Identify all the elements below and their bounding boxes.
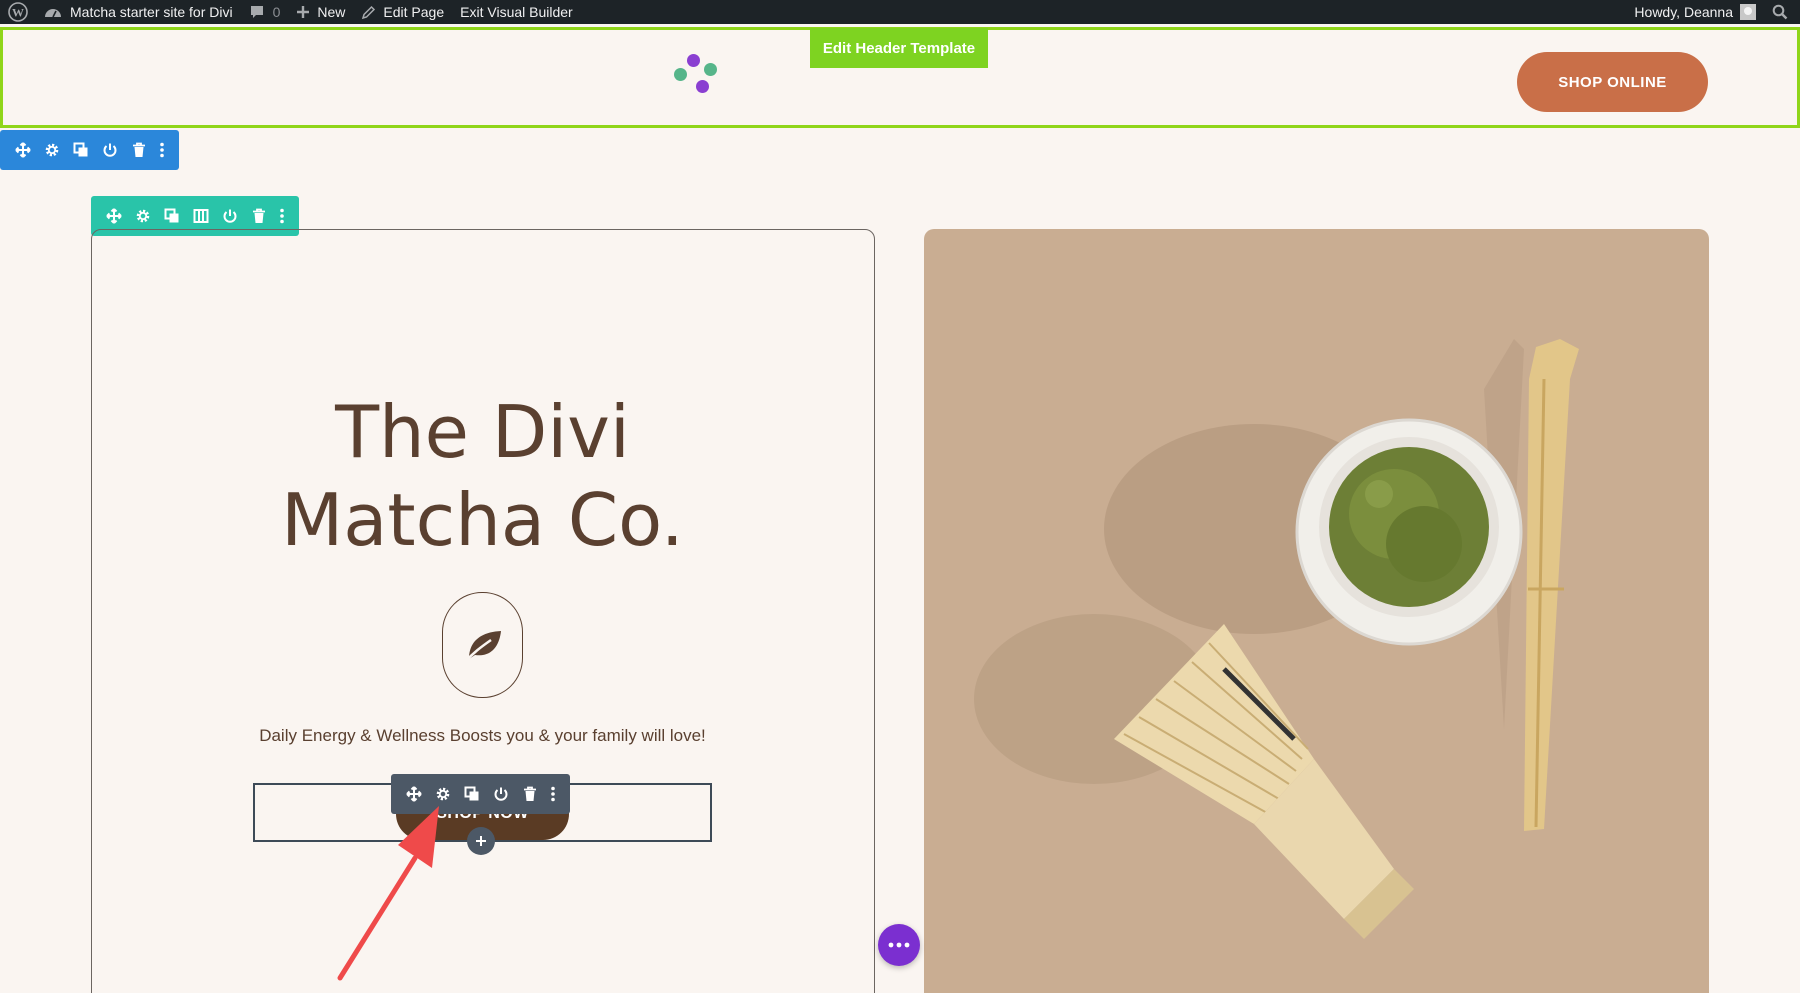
pencil-icon bbox=[362, 5, 376, 19]
plus-icon bbox=[297, 6, 310, 18]
comments-count: 0 bbox=[272, 4, 281, 20]
exit-visual-builder-link[interactable]: Exit Visual Builder bbox=[452, 0, 581, 24]
hero-image[interactable] bbox=[924, 229, 1709, 993]
section-toolbar bbox=[0, 130, 179, 170]
edit-page-label: Edit Page bbox=[383, 4, 445, 20]
dashboard-icon bbox=[45, 9, 61, 18]
user-greeting: Howdy, Deanna bbox=[1634, 4, 1733, 20]
wordpress-logo-icon[interactable]: W bbox=[0, 0, 36, 24]
plus-icon bbox=[476, 836, 486, 846]
add-module-button[interactable] bbox=[467, 827, 495, 855]
gear-icon[interactable] bbox=[37, 130, 66, 170]
trash-icon[interactable] bbox=[124, 130, 153, 170]
power-icon[interactable] bbox=[486, 774, 515, 814]
site-name: Matcha starter site for Divi bbox=[70, 4, 233, 20]
gear-icon[interactable] bbox=[428, 774, 457, 814]
comment-icon bbox=[250, 6, 263, 18]
hero-title-line-2: Matcha Co. bbox=[281, 478, 684, 562]
leaf-icon bbox=[463, 631, 501, 663]
exit-builder-label: Exit Visual Builder bbox=[460, 4, 573, 20]
builder-options-button[interactable] bbox=[878, 924, 920, 966]
more-vertical-icon[interactable] bbox=[544, 774, 562, 814]
module-toolbar bbox=[391, 774, 570, 814]
power-icon[interactable] bbox=[95, 130, 124, 170]
hero-tagline[interactable]: Daily Energy & Wellness Boosts you & you… bbox=[191, 726, 774, 746]
leaf-badge[interactable] bbox=[442, 592, 523, 698]
edit-page-link[interactable]: Edit Page bbox=[353, 0, 452, 24]
new-content-menu[interactable]: New bbox=[288, 0, 353, 24]
duplicate-icon[interactable] bbox=[66, 130, 95, 170]
hero-title[interactable]: The Divi Matcha Co. bbox=[240, 388, 725, 564]
more-horizontal-icon bbox=[888, 942, 910, 948]
comments-menu[interactable]: 0 bbox=[241, 0, 289, 24]
more-vertical-icon[interactable] bbox=[153, 130, 171, 170]
duplicate-icon[interactable] bbox=[457, 774, 486, 814]
edit-header-template-button[interactable]: Edit Header Template bbox=[810, 28, 988, 68]
user-account-menu[interactable]: Howdy, Deanna bbox=[1626, 0, 1764, 24]
move-icon[interactable] bbox=[399, 774, 428, 814]
hero-title-line-1: The Divi bbox=[335, 390, 630, 474]
admin-bar: W Matcha starter site for Divi 0 New Edi… bbox=[0, 0, 1800, 24]
site-logo[interactable] bbox=[673, 52, 725, 98]
search-icon bbox=[1772, 4, 1788, 20]
site-name-menu[interactable]: Matcha starter site for Divi bbox=[36, 0, 241, 24]
new-label: New bbox=[317, 4, 346, 20]
move-icon[interactable] bbox=[8, 130, 37, 170]
shop-online-button[interactable]: SHOP ONLINE bbox=[1517, 52, 1708, 112]
admin-search-button[interactable] bbox=[1764, 0, 1800, 24]
avatar bbox=[1740, 4, 1756, 20]
trash-icon[interactable] bbox=[515, 774, 544, 814]
svg-text:W: W bbox=[12, 6, 24, 20]
